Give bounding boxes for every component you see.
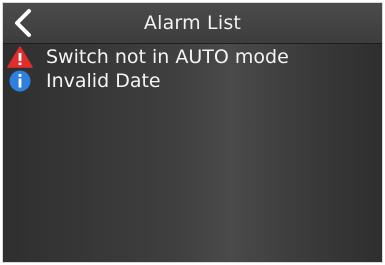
alarm-item-invalid-date[interactable]: Invalid Date — [3, 69, 382, 93]
chevron-left-icon — [15, 9, 31, 37]
page-title: Alarm List — [143, 12, 242, 34]
alarm-item-switch-not-auto[interactable]: Switch not in AUTO mode — [3, 45, 382, 69]
alarm-text: Switch not in AUTO mode — [46, 46, 289, 68]
info-circle-icon — [9, 70, 31, 92]
header-bar: Alarm List — [3, 3, 382, 44]
alarm-list: Switch not in AUTO mode Invalid Date — [3, 45, 382, 93]
back-button[interactable] — [9, 6, 39, 40]
screen-frame: Alarm List Switch not in AUTO mode Inval… — [3, 3, 382, 262]
alarm-text: Invalid Date — [46, 70, 161, 92]
warning-triangle-icon — [7, 46, 33, 68]
